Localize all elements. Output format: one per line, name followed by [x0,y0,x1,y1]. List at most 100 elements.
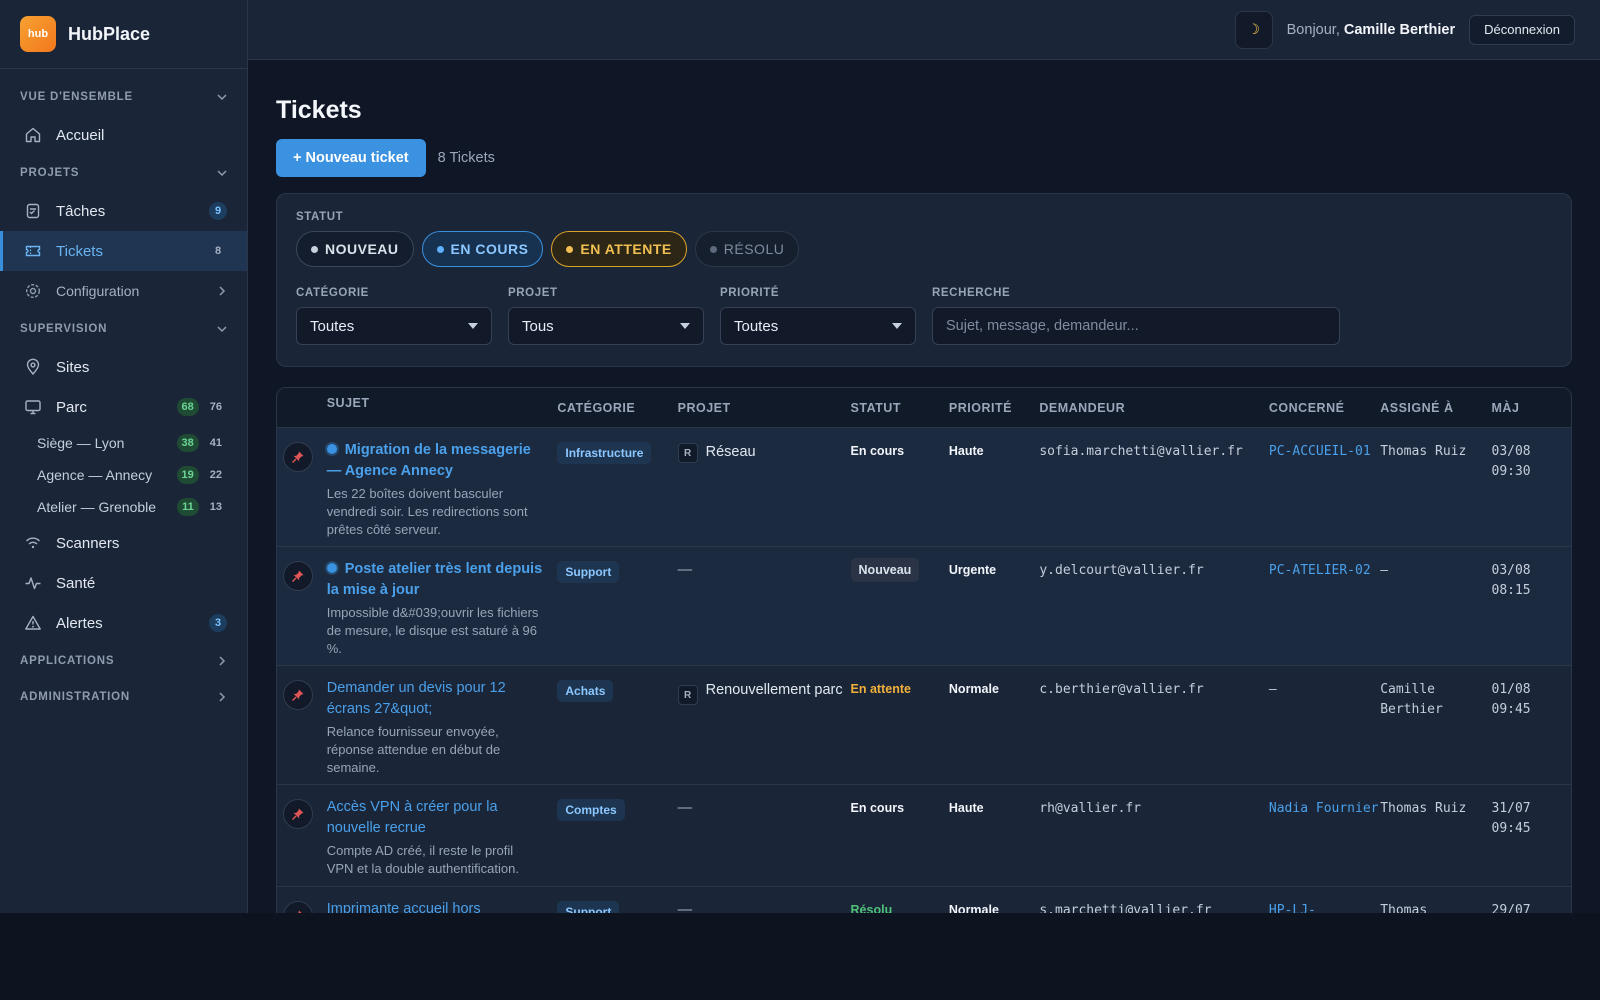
concerned-value: — [1268,682,1277,697]
updated-date: 31/07 [1491,801,1531,816]
category-tag: Achats [557,680,614,702]
category-tag: Infrastructure [557,442,652,464]
sidebar-subitem-site[interactable]: Atelier — Grenoble 11 13 [0,491,247,523]
caret-down-icon [892,323,902,329]
pin-button[interactable] [283,680,313,710]
brand[interactable]: hub HubPlace [0,0,247,69]
column-header[interactable]: CONCERNÉ [1269,401,1380,415]
sidebar-subitem-site[interactable]: Agence — Annecy 19 22 [0,459,247,491]
brand-logo: hub [20,16,56,52]
column-header[interactable]: SUJET [327,396,558,420]
pin-button[interactable] [283,442,313,472]
ticket-subject-link[interactable]: Demander un devis pour 12 écrans 27&quot… [327,678,544,720]
main-content: ☽ Bonjour, Camille Berthier Déconnexion … [248,0,1600,913]
monitor-icon [25,400,41,415]
concerned-link[interactable]: PC-ACCUEIL-01 [1269,442,1380,462]
ticket-subject-link[interactable]: Imprimante accueil hors [327,899,544,913]
table-row[interactable]: Accès VPN à créer pour la nouvelle recru… [277,785,1571,887]
pin-button[interactable] [283,561,313,591]
chevron-right-icon [219,656,226,666]
status-label: En cours [850,801,905,815]
total-count-badge: 22 [209,469,222,481]
ticket-subject-link[interactable]: Poste atelier très lent depuis la mise à… [326,559,544,601]
pin-button[interactable] [283,901,313,913]
updated-date: 03/08 [1491,444,1531,459]
project-select[interactable]: Tous [508,307,704,345]
project-badge: R [677,443,698,463]
status-pill-new[interactable]: NOUVEAU [296,231,414,267]
table-row[interactable]: Migration de la messagerie — Agence Anne… [277,428,1571,547]
updated-date: 01/08 [1491,682,1531,697]
table-row[interactable]: Imprimante accueil hors Support — Résolu… [277,887,1571,913]
section-label: SUPERVISION [20,323,108,335]
assignee: — [1380,563,1389,578]
topbar: ☽ Bonjour, Camille Berthier Déconnexion [248,0,1600,60]
project-name: — [677,800,693,816]
logout-button[interactable]: Déconnexion [1469,14,1575,45]
ticket-subject-link[interactable]: Accès VPN à créer pour la nouvelle recru… [327,797,544,839]
status-pill-waiting[interactable]: EN ATTENTE [551,231,687,267]
column-header[interactable]: CATÉGORIE [557,401,677,415]
sidebar-item-configuration[interactable]: Configuration [0,271,247,311]
sidebar-item-label: Sites [56,358,90,376]
search-input[interactable] [932,307,1340,345]
priority-select[interactable]: Toutes [720,307,916,345]
page-actions: + Nouveau ticket 8 Tickets [276,139,1572,177]
caret-down-icon [680,323,690,329]
sidebar-item-scanners[interactable]: Scanners [0,523,247,563]
section-supervision[interactable]: SUPERVISION [0,311,247,347]
project-name: — [677,902,693,913]
pin-button[interactable] [283,799,313,829]
ticket-icon [25,245,41,257]
count-badge: 3 [209,614,227,632]
category-select[interactable]: Toutes [296,307,492,345]
status-pill-resolved[interactable]: RÉSOLU [694,231,800,267]
sidebar-item-alerts[interactable]: Alertes 3 [0,603,247,643]
column-header[interactable]: DEMANDEUR [1039,401,1269,415]
sidebar-item-health[interactable]: Santé [0,563,247,603]
ok-count-badge: 11 [177,498,199,516]
table-row[interactable]: Poste atelier très lent depuis la mise à… [277,547,1571,666]
theme-toggle-button[interactable]: ☽ [1234,10,1273,49]
new-ticket-button[interactable]: + Nouveau ticket [276,139,426,177]
sidebar-item-home[interactable]: Accueil [0,115,247,155]
concerned-link[interactable]: HP-LJ- [1269,901,1380,913]
column-header[interactable]: STATUT [851,401,949,415]
status-filter-label: STATUT [296,211,344,223]
status-label: En attente [850,682,911,696]
section-projects[interactable]: PROJETS [0,155,247,191]
column-header[interactable]: ASSIGNÉ À [1380,401,1491,415]
sidebar-item-tickets[interactable]: Tickets 8 [0,231,247,271]
section-applications[interactable]: APPLICATIONS [0,643,247,679]
column-header[interactable]: PROJET [678,401,851,415]
sidebar-item-tasks[interactable]: Tâches 9 [0,191,247,231]
sidebar-subitem-site[interactable]: Siège — Lyon 38 41 [0,427,247,459]
requester-email: s.marchetti@vallier.fr [1039,903,1212,913]
sidebar-item-label: Tickets [56,242,103,260]
priority-label: Urgente [948,563,997,577]
status-label: En cours [850,444,905,458]
requester-email: c.berthier@vallier.fr [1039,682,1204,697]
column-header[interactable]: PRIORITÉ [949,401,1039,415]
requester-email: y.delcourt@vallier.fr [1039,563,1204,578]
sidebar-item-parc[interactable]: Parc 68 76 [0,387,247,427]
priority-label: Haute [948,801,984,815]
updated-time: 09:45 [1491,821,1531,836]
column-header[interactable]: MÀJ [1492,401,1572,415]
pin-icon [292,451,304,463]
table-row[interactable]: Demander un devis pour 12 écrans 27&quot… [277,666,1571,785]
tickets-page: Tickets + Nouveau ticket 8 Tickets STATU… [248,96,1600,913]
sidebar-item-sites[interactable]: Sites [0,347,247,387]
section-administration[interactable]: ADMINISTRATION [0,679,247,715]
assignee: Thomas [1380,903,1428,913]
concerned-link[interactable]: PC-ATELIER-02 [1269,561,1380,581]
project-filter-label: PROJET [508,287,558,299]
sidebar-item-label: Parc [56,398,87,416]
concerned-link[interactable]: Nadia Fournier [1269,799,1380,819]
section-overview[interactable]: VUE D'ENSEMBLE [0,79,247,115]
status-dot [436,245,444,253]
ticket-subject-link[interactable]: Migration de la messagerie — Agence Anne… [326,440,544,482]
status-pill-in-progress[interactable]: EN COURS [421,231,544,267]
ok-count-badge: 19 [176,466,199,484]
assignee: Camille Berthier [1380,682,1443,717]
